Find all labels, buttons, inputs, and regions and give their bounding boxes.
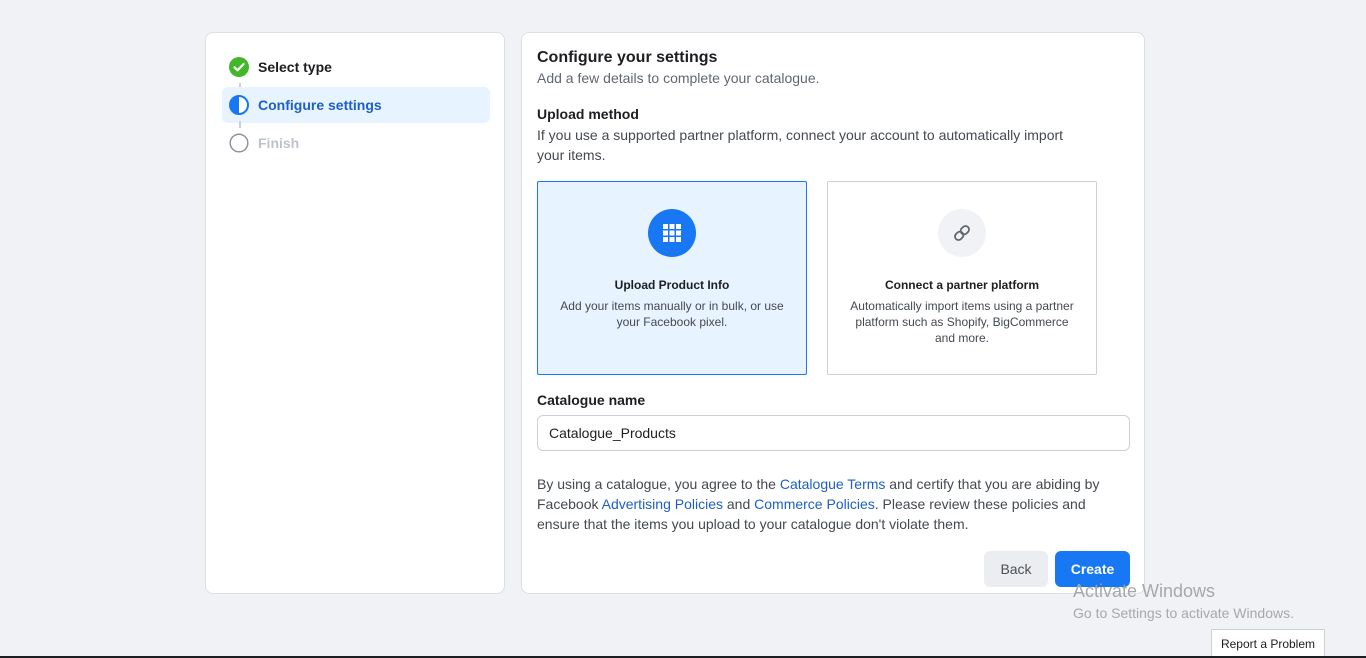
option-title: Connect a partner platform [884, 278, 1040, 292]
advertising-policies-link[interactable]: Advertising Policies [602, 496, 723, 512]
back-button[interactable]: Back [984, 551, 1048, 587]
step-configure-settings[interactable]: Configure settings [222, 87, 490, 123]
upload-method-description: If you use a supported partner platform,… [537, 127, 1064, 163]
step-finish[interactable]: Finish [222, 125, 490, 161]
step-label: Configure settings [258, 97, 382, 113]
option-description: Add your items manually or in bulk, or u… [560, 299, 784, 329]
activate-windows-subtitle: Go to Settings to activate Windows. [1073, 605, 1294, 621]
catalogue-terms-link[interactable]: Catalogue Terms [780, 476, 886, 492]
terms-text-part: By using a catalogue, you agree to the [537, 476, 780, 492]
upload-option-icon-circle [648, 209, 696, 257]
option-description: Automatically import items using a partn… [850, 299, 1074, 345]
partner-option-icon-circle [938, 209, 986, 257]
page-title: Configure your settings [537, 49, 718, 66]
half-circle-icon [229, 95, 249, 115]
link-icon [954, 225, 970, 241]
check-circle-icon [229, 57, 249, 77]
catalogue-name-label: Catalogue name [537, 392, 646, 408]
empty-circle-icon [229, 133, 249, 153]
option-title: Upload Product Info [614, 278, 730, 292]
step-label: Select type [258, 59, 332, 75]
upload-product-info-option[interactable]: Upload Product Info Add your items manua… [537, 181, 807, 375]
grid-icon [663, 224, 681, 242]
terms-text: By using a catalogue, you agree to the C… [537, 474, 1107, 534]
activate-windows-title: Activate Windows [1073, 581, 1216, 601]
terms-text-part: and [723, 496, 755, 512]
catalogue-name-input[interactable] [537, 415, 1130, 451]
step-select-type[interactable]: Select type [222, 49, 490, 85]
connect-partner-platform-option[interactable]: Connect a partner platform Automatically… [827, 181, 1097, 375]
commerce-policies-link[interactable]: Commerce Policies [754, 496, 875, 512]
page-subtitle: Add a few details to complete your catal… [537, 70, 820, 86]
step-label: Finish [258, 135, 300, 151]
steps-sidebar: Select type Configure settings Finish [205, 32, 505, 594]
report-problem-button[interactable]: Report a Problem [1211, 629, 1325, 658]
settings-panel: Configure your settings Add a few detail… [521, 32, 1145, 594]
upload-method-label: Upload method [537, 106, 639, 122]
